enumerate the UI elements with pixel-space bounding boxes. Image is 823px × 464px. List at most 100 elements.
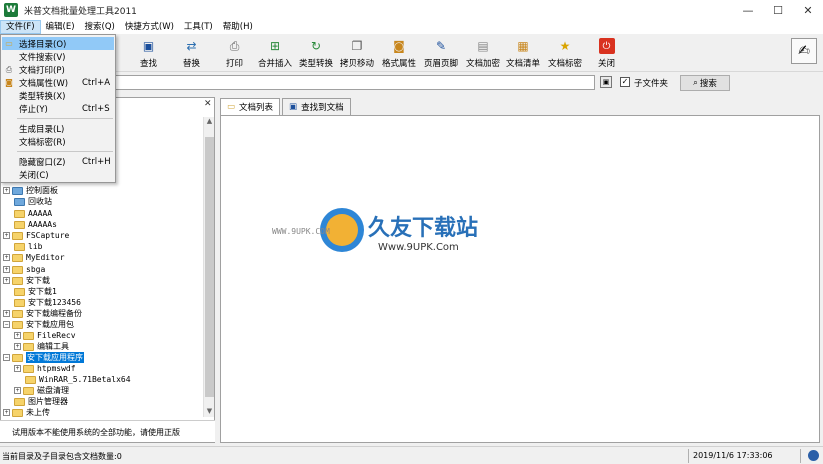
tree-item[interactable]: + 磁盘清理 (14, 385, 69, 396)
watermark: WWW.9UPK.COM 久友下载站 Www.9UPK.Com (272, 208, 510, 260)
format-property-button[interactable]: ◙ 格式属性 (382, 36, 416, 70)
scroll-down-icon[interactable]: ▼ (204, 407, 215, 417)
tree-item[interactable]: + sbga (3, 264, 45, 275)
menu-edit[interactable]: 编辑(E) (41, 20, 80, 34)
tree-item[interactable]: lib (14, 241, 42, 252)
tree-item[interactable]: AAAAAs (14, 219, 57, 230)
menu-doc-print[interactable]: ⎙ 文档打印(P) (2, 63, 114, 76)
expand-icon[interactable]: + (3, 310, 10, 317)
document-list-panel (220, 115, 820, 443)
tree-scrollbar[interactable]: ▲ ▼ (203, 117, 214, 417)
menu-file[interactable]: 文件(F) (0, 20, 41, 34)
collapse-icon[interactable]: − (3, 321, 10, 328)
find-button[interactable]: ▣ 查找 (140, 36, 157, 70)
tree-item[interactable]: WinRAR_5.71Betalx64 (25, 374, 131, 385)
tree-item[interactable]: + 安下载 (3, 275, 50, 286)
expand-icon[interactable]: + (14, 387, 21, 394)
menu-type-convert[interactable]: 类型转换(X) (2, 89, 114, 102)
tree-item[interactable]: 回收站 (14, 196, 52, 207)
search-icon: ⌕ (693, 78, 698, 88)
menu-hide-window[interactable]: 隐藏窗口(Z) Ctrl+H (2, 155, 114, 168)
replace-button[interactable]: ⇄ 替换 (183, 36, 200, 70)
close-window-button[interactable]: ✕ (793, 0, 823, 20)
close-tool-button[interactable]: ⏻ 关闭 (598, 36, 615, 70)
print-button[interactable]: ⎙ 打印 (226, 36, 243, 70)
star-icon: ★ (559, 39, 571, 53)
tree-item[interactable]: 安下载1 (14, 286, 57, 297)
expand-icon[interactable]: + (3, 254, 10, 261)
type-convert-button[interactable]: ↻ 类型转换 (299, 36, 333, 70)
expand-icon[interactable]: + (3, 187, 10, 194)
expand-icon[interactable]: + (14, 365, 21, 372)
search-input[interactable] (115, 75, 595, 90)
merge-insert-button[interactable]: ⊞ 合并插入 (258, 36, 292, 70)
pen-document-icon[interactable]: ✍ (791, 38, 817, 64)
status-divider (800, 449, 801, 463)
tree-item[interactable]: + htpmswdf (14, 363, 76, 374)
tree-item[interactable]: 图片管理器 (14, 396, 68, 407)
folder-icon (12, 408, 23, 417)
tree-item[interactable]: + 控制面板 (3, 185, 58, 196)
maximize-button[interactable]: ☐ (763, 0, 793, 20)
tree-item[interactable]: AAAAA (14, 208, 52, 219)
tab-found-documents[interactable]: ▣ 查找到文档 (282, 98, 351, 115)
tab-document-list[interactable]: ▭ 文档列表 (220, 98, 281, 115)
menu-separator (17, 151, 113, 152)
tree-item[interactable]: + FileRecv (14, 330, 76, 341)
panel-close-icon[interactable]: ✕ (204, 99, 212, 109)
recycle-bin-icon (14, 197, 25, 206)
menu-doc-mark[interactable]: 文档标密(R) (2, 135, 114, 148)
search-button[interactable]: ⌕ 搜索 (680, 75, 730, 91)
menu-separator (17, 118, 113, 119)
open-folder-icon (12, 353, 23, 362)
tree-item[interactable]: + 编辑工具 (14, 341, 69, 352)
tree-item[interactable]: 安下载123456 (14, 297, 81, 308)
tree-item[interactable]: + MyEditor (3, 252, 65, 263)
menu-tools[interactable]: 工具(T) (179, 20, 218, 34)
subfolder-checkbox[interactable]: ✓ (620, 77, 630, 87)
folder-icon (14, 242, 25, 251)
menu-doc-property[interactable]: ◙ 文档属性(W) Ctrl+A (2, 76, 114, 89)
tree-item[interactable]: + 未上传 (3, 407, 50, 418)
expand-icon[interactable]: + (3, 232, 10, 239)
expand-icon[interactable]: + (14, 343, 21, 350)
menu-generate-directory[interactable]: 生成目录(L) (2, 122, 114, 135)
format-icon: ◙ (393, 39, 405, 53)
menu-select-directory[interactable]: ▭ 选择目录(O) (2, 37, 114, 50)
menu-shortcut[interactable]: 快捷方式(W) (120, 20, 179, 34)
expand-icon[interactable]: + (3, 277, 10, 284)
status-datetime: 2019/11/6 17:33:06 (693, 451, 773, 460)
status-divider (688, 449, 689, 463)
header-footer-button[interactable]: ✎ 页眉页脚 (424, 36, 458, 70)
toolbar: ▣ 查找 ⇄ 替换 ⎙ 打印 ⊞ 合并插入 ↻ 类型转换 ❐ 拷贝移动 ◙ 格式… (0, 34, 823, 72)
expand-icon[interactable]: + (14, 332, 21, 339)
option-icon-button[interactable]: ▣ (600, 76, 612, 88)
window-title: 米普文档批量处理工具2011 (24, 6, 137, 17)
doc-mark-button[interactable]: ★ 文档标密 (548, 36, 582, 70)
menu-file-search[interactable]: 文件搜索(V) (2, 50, 114, 63)
open-folder-icon: ▭ (5, 39, 13, 48)
menu-help[interactable]: 帮助(H) (218, 20, 258, 34)
menu-close[interactable]: 关闭(C) (2, 168, 114, 181)
tree-item-selected[interactable]: − 安下载应用程序 (3, 352, 84, 363)
menu-stop[interactable]: 停止(Y) Ctrl+S (2, 102, 114, 115)
folder-icon (12, 253, 23, 262)
doc-list-button[interactable]: ▦ 文档清单 (506, 36, 540, 70)
copy-move-button[interactable]: ❐ 拷贝移动 (340, 36, 374, 70)
collapse-icon[interactable]: − (3, 354, 10, 361)
globe-icon (808, 450, 819, 461)
minimize-button[interactable]: — (733, 0, 763, 20)
window-controls: — ☐ ✕ (733, 0, 823, 20)
scroll-thumb[interactable] (205, 137, 214, 397)
status-bar: 当前目录及子目录包含文档数量:0 2019/11/6 17:33:06 (0, 446, 823, 464)
expand-icon[interactable]: + (3, 409, 10, 416)
scroll-up-icon[interactable]: ▲ (204, 117, 215, 127)
app-logo-icon: W (4, 3, 18, 17)
tree-item[interactable]: + FSCapture (3, 230, 69, 241)
tree-item[interactable]: + 安下载编程备份 (3, 308, 82, 319)
open-folder-icon (12, 320, 23, 329)
menu-search[interactable]: 搜索(Q) (80, 20, 120, 34)
encrypt-button[interactable]: ▤ 文档加密 (466, 36, 500, 70)
expand-icon[interactable]: + (3, 266, 10, 273)
tree-item[interactable]: − 安下载应用包 (3, 319, 74, 330)
